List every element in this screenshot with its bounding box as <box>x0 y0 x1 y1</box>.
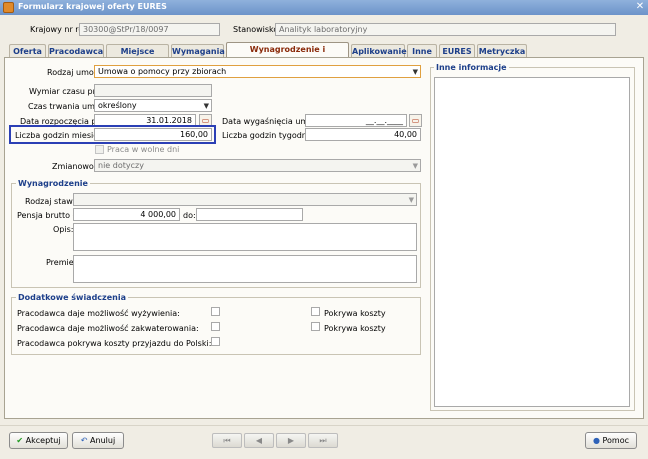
help-icon: ● <box>592 436 600 445</box>
benefit-food-label: Pracodawca daje możliwość wyżywienia: <box>17 309 180 318</box>
next-record-button[interactable]: ▶ <box>276 433 306 448</box>
tab-miejsce-pracy[interactable]: Miejsce pracy <box>106 44 169 69</box>
accept-label: Akceptuj <box>25 436 61 445</box>
rate-type-select[interactable]: ▼ <box>73 193 417 206</box>
bonuses-label: Premie: <box>46 258 77 267</box>
cancel-button[interactable]: ↶ Anuluj <box>72 432 124 449</box>
chevron-down-icon: ▼ <box>203 102 209 110</box>
undo-icon: ↶ <box>80 436 88 445</box>
gross-to-label: do: <box>183 211 196 220</box>
end-date-field[interactable]: __.__.____ <box>305 114 407 127</box>
close-icon[interactable]: ✕ <box>634 1 646 13</box>
contract-type-select[interactable]: Umowa o pomocy przy zbiorach ▼ <box>94 65 421 78</box>
tab-inne[interactable]: Inne <box>407 44 437 57</box>
duration-select[interactable]: określony ▼ <box>94 99 212 112</box>
salary-group-title: Wynagrodzenie <box>16 179 90 188</box>
tab-wymagania[interactable]: Wymagania <box>171 44 225 57</box>
benefit-food-cost-checkbox[interactable] <box>311 307 320 316</box>
accept-button[interactable]: ✔ Akceptuj <box>9 432 68 449</box>
tab-oferta[interactable]: Oferta <box>9 44 46 57</box>
calendar-icon[interactable]: ▭ <box>409 114 422 127</box>
bonuses-textarea[interactable] <box>73 255 417 283</box>
chevron-down-icon: ▼ <box>408 196 414 204</box>
benefit-housing-cost-label: Pokrywa koszty <box>324 324 386 333</box>
cancel-label: Anuluj <box>90 436 116 445</box>
duration-value: określony <box>98 101 137 110</box>
chevron-down-icon: ▼ <box>412 68 418 76</box>
benefit-food-cost-label: Pokrywa koszty <box>324 309 386 318</box>
gross-to-field[interactable] <box>196 208 303 221</box>
benefit-housing-label: Pracodawca daje możliwość zakwaterowania… <box>17 324 199 333</box>
work-time-field <box>94 84 212 97</box>
benefit-travel-label: Pracodawca pokrywa koszty przyjazdu do P… <box>17 339 212 348</box>
help-label: Pomoc <box>602 436 630 445</box>
weekend-work-checkbox[interactable] <box>95 145 104 154</box>
description-label: Opis: <box>53 225 74 234</box>
last-record-button[interactable]: ⏭ <box>308 433 338 448</box>
monthly-hours-field[interactable]: 160,00 <box>94 128 212 141</box>
weekend-work-label: Praca w wolne dni <box>107 145 180 154</box>
benefit-housing-checkbox[interactable] <box>211 322 220 331</box>
benefits-group-title: Dodatkowe świadczenia <box>16 293 128 302</box>
benefit-housing-cost-checkbox[interactable] <box>311 322 320 331</box>
tab-pracodawca[interactable]: Pracodawca <box>48 44 104 57</box>
title-bar: Formularz krajowej oferty EURES ✕ <box>0 0 648 15</box>
tab-wynagrodzenie[interactable]: Wynagrodzenie i zatrudnienie <box>226 42 349 67</box>
app-icon <box>3 2 14 13</box>
chevron-down-icon: ▼ <box>412 162 418 170</box>
tab-aplikowanie[interactable]: Aplikowanie <box>351 44 407 57</box>
contract-type-value: Umowa o pomocy przy zbiorach <box>98 67 227 76</box>
shift-value: nie dotyczy <box>98 161 144 170</box>
benefit-food-checkbox[interactable] <box>211 307 220 316</box>
position-label: Stanowisko: <box>233 25 281 34</box>
position-field: Analityk laboratoryjny <box>275 23 616 36</box>
check-icon: ✔ <box>16 436 24 445</box>
weekly-hours-field[interactable]: 40,00 <box>305 128 421 141</box>
other-info-title: Inne informacje <box>434 63 509 72</box>
shift-select[interactable]: nie dotyczy ▼ <box>94 159 421 172</box>
description-textarea[interactable] <box>73 223 417 251</box>
first-record-button[interactable]: ⏮ <box>212 433 242 448</box>
window-title: Formularz krajowej oferty EURES <box>18 2 167 11</box>
help-button[interactable]: ● Pomoc <box>585 432 637 449</box>
tab-metryczka[interactable]: Metryczka <box>477 44 527 57</box>
previous-record-button[interactable]: ◀ <box>244 433 274 448</box>
tab-eures[interactable]: EURES <box>439 44 475 57</box>
other-info-textarea[interactable] <box>434 77 630 407</box>
gross-from-field[interactable]: 4 000,00 <box>73 208 180 221</box>
ref-field: 30300@StPr/18/0097 <box>79 23 220 36</box>
benefit-travel-checkbox[interactable] <box>211 337 220 346</box>
